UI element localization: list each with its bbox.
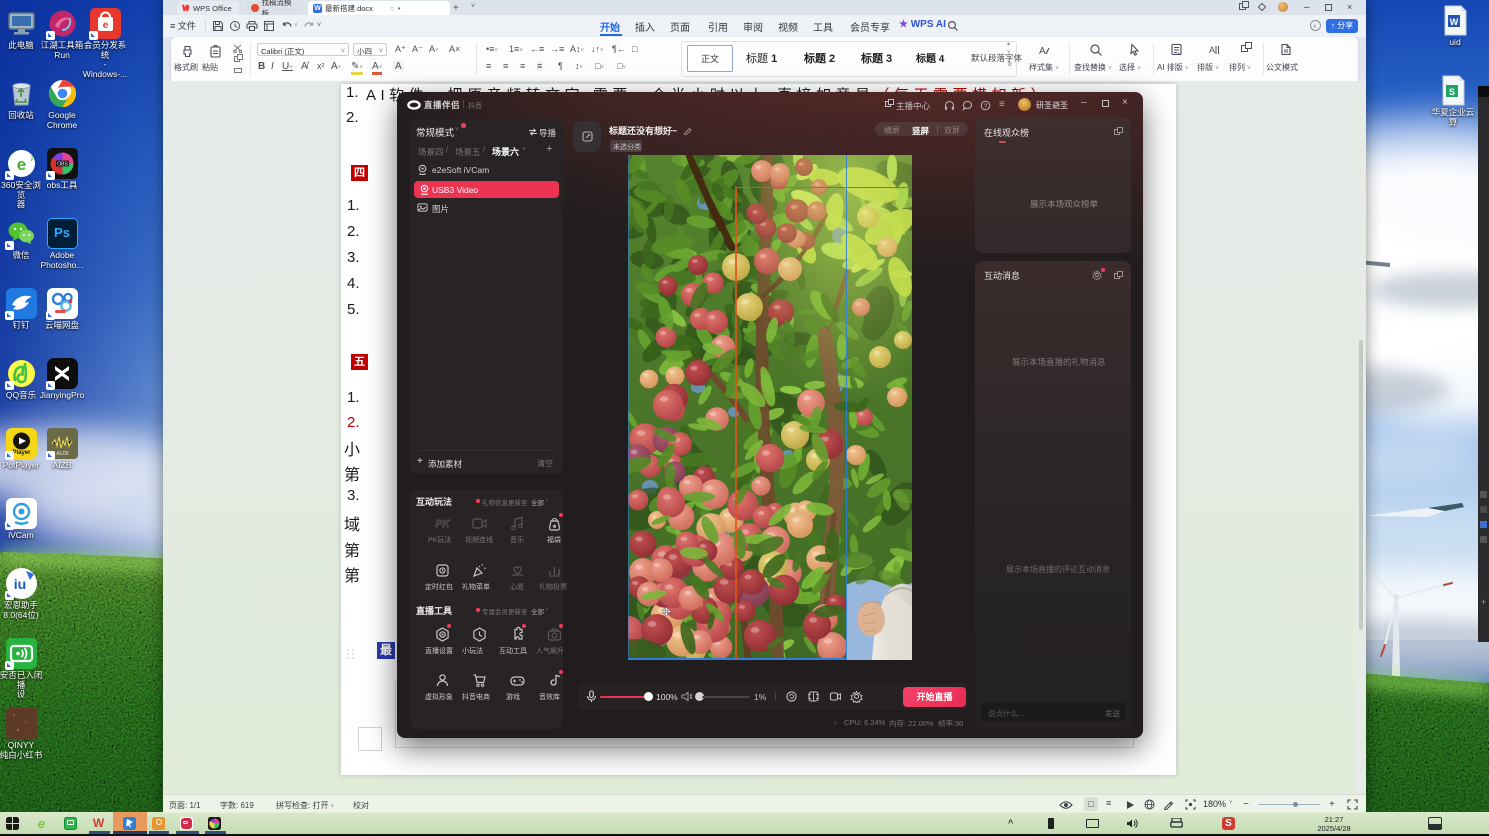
svg-text:Player: Player	[12, 450, 31, 456]
svg-text:+: +	[1177, 52, 1181, 57]
svg-text:e: e	[16, 155, 25, 174]
svg-text:W: W	[1449, 17, 1458, 27]
svg-text:iu: iu	[13, 576, 25, 592]
svg-text:A: A	[1039, 46, 1046, 57]
svg-text:A: A	[1209, 45, 1215, 55]
svg-text:?: ?	[984, 103, 988, 110]
svg-text:S: S	[1448, 87, 1454, 97]
svg-text:OBS: OBS	[57, 161, 68, 167]
svg-text:AIZB: AIZB	[56, 451, 69, 457]
svg-text:PK: PK	[436, 519, 451, 530]
svg-text:e: e	[102, 20, 108, 31]
